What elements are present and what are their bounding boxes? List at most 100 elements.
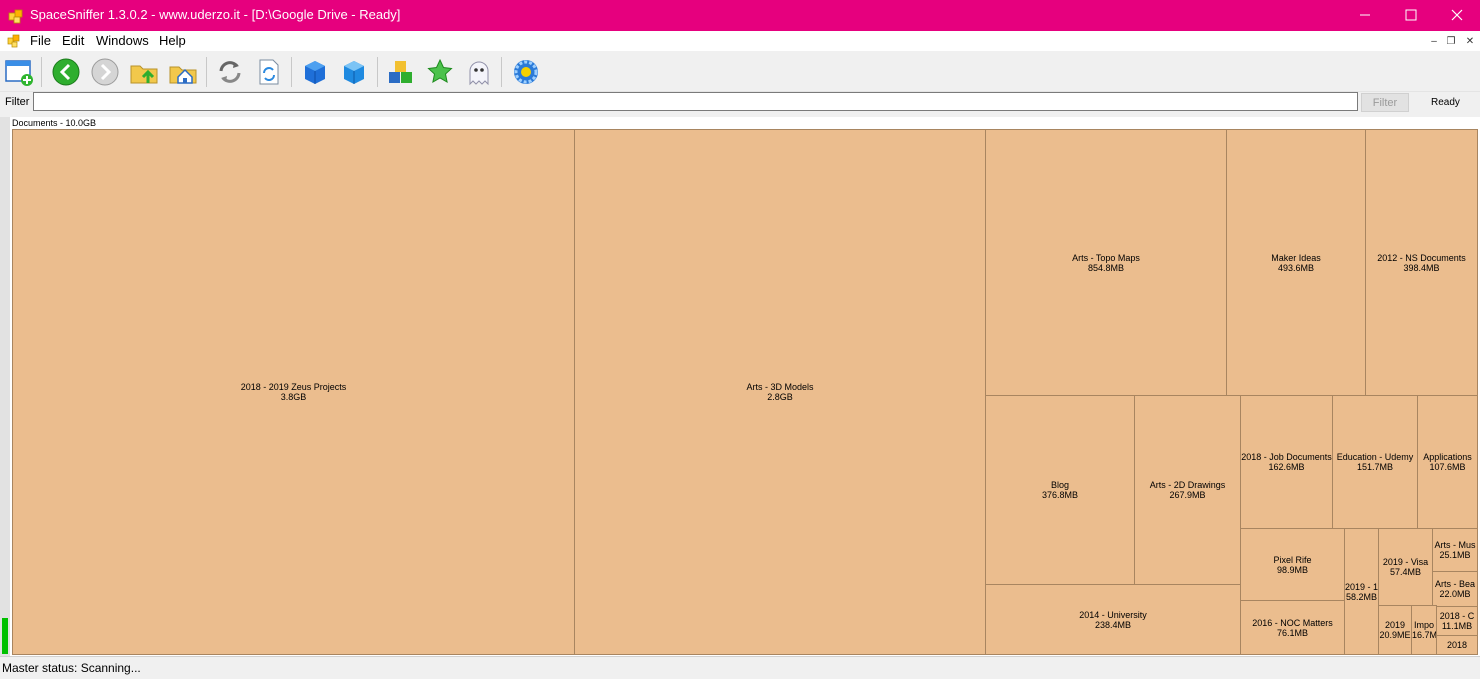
forward-arrow-icon: [91, 58, 119, 86]
parent-folder-button[interactable]: [127, 55, 161, 89]
treemap-tile[interactable]: Arts - Bea 22.0MB: [1432, 571, 1478, 607]
treemap-tile[interactable]: Arts - 3D Models 2.8GB: [574, 129, 986, 655]
maximize-button[interactable]: [1388, 0, 1434, 31]
tile-name: Education - Udemy: [1336, 452, 1414, 462]
ghost-button[interactable]: [462, 55, 496, 89]
star-icon: [427, 58, 453, 83]
tile-size: 376.8MB: [1041, 490, 1079, 500]
window-title: SpaceSniffer 1.3.0.2 - www.uderzo.it - […: [30, 7, 401, 22]
home-button[interactable]: [166, 55, 200, 89]
tile-size: 20.9ME: [1379, 630, 1411, 640]
tile-name: 2018: [1446, 640, 1468, 650]
menu-help[interactable]: Help: [159, 33, 186, 48]
filter-button[interactable]: Filter: [1361, 93, 1409, 112]
tile-size: 98.9MB: [1276, 564, 1309, 575]
menu-edit[interactable]: Edit: [62, 33, 84, 48]
menu-bar: File Edit Windows Help – ❐ ✕: [0, 31, 1480, 51]
close-button[interactable]: [1434, 0, 1480, 31]
parent-folder-icon: [130, 65, 158, 84]
treemap-tile[interactable]: Arts - Topo Maps 854.8MB: [985, 129, 1227, 396]
favorites-button[interactable]: [423, 55, 457, 89]
child-minimize-button[interactable]: –: [1427, 35, 1441, 48]
new-scan-icon: [5, 60, 33, 86]
tile-name: 2014 - University: [1079, 609, 1147, 620]
treemap-tile[interactable]: 2018 - Job Documents 162.6MB: [1240, 395, 1333, 529]
menu-file[interactable]: File: [30, 33, 51, 48]
minimize-button[interactable]: [1342, 0, 1388, 31]
tile-name: Pixel Rife: [1273, 554, 1312, 565]
treemap-tile[interactable]: Arts - Mus 25.1MB: [1432, 528, 1478, 572]
tile-name: Maker Ideas: [1271, 252, 1321, 263]
maximize-icon: [1405, 9, 1417, 21]
tile-name: 2019 - Visa: [1382, 557, 1429, 567]
menu-windows[interactable]: Windows: [96, 33, 149, 48]
zoom-in-button[interactable]: [298, 55, 332, 89]
tile-size: 162.6MB: [1268, 462, 1305, 472]
document-puzzle-icon: [7, 34, 20, 48]
tile-name: 2016 - NOC Matters: [1252, 617, 1333, 628]
treemap-tile[interactable]: Pixel Rife 98.9MB: [1240, 528, 1345, 601]
filter-bar: Filter Filter Ready: [0, 91, 1480, 115]
tile-name: Arts - 2D Drawings: [1149, 480, 1226, 490]
forward-button[interactable]: [88, 55, 122, 89]
settings-button[interactable]: [509, 55, 543, 89]
treemap-tile[interactable]: 2018: [1436, 635, 1478, 655]
treemap-tile[interactable]: Blog 376.8MB: [985, 395, 1135, 585]
tile-size: 107.6MB: [1429, 462, 1466, 472]
zoom-in-cube-icon: [305, 61, 325, 84]
refresh-view-button[interactable]: [252, 55, 286, 89]
treemap-tile[interactable]: 2016 - NOC Matters 76.1MB: [1240, 600, 1345, 655]
treemap-tile[interactable]: 2019 - Visa 57.4MB: [1378, 528, 1433, 606]
treemap-tile[interactable]: Maker Ideas 493.6MB: [1226, 129, 1366, 396]
tile-name: Applications: [1423, 452, 1472, 462]
new-scan-button[interactable]: [2, 55, 36, 89]
tile-size: 493.6MB: [1277, 262, 1315, 273]
treemap-tile[interactable]: 2019 20.9ME: [1378, 605, 1412, 655]
tile-name: Blog: [1050, 480, 1069, 490]
refresh-button[interactable]: [213, 55, 247, 89]
tile-size: 854.8MB: [1087, 262, 1125, 273]
tile-name: Arts - Bea: [1434, 579, 1475, 589]
child-close-button[interactable]: ✕: [1463, 35, 1477, 48]
treemap-tile[interactable]: Education - Udemy 151.7MB: [1332, 395, 1418, 529]
back-button[interactable]: [49, 55, 83, 89]
minimize-icon: [1360, 14, 1370, 16]
child-restore-button[interactable]: ❐: [1444, 35, 1458, 48]
tile-name: Arts - Mus: [1434, 540, 1476, 550]
tile-name: 2019 - 1: [1345, 581, 1379, 592]
treemap-tile[interactable]: Arts - 2D Drawings 267.9MB: [1134, 395, 1241, 585]
zoom-out-button[interactable]: [337, 55, 371, 89]
tile-size: 267.9MB: [1169, 490, 1206, 500]
refresh-icon: [219, 61, 241, 83]
filter-label: Filter: [5, 96, 30, 108]
treemap-tile[interactable]: 2019 - 1 58.2MB: [1344, 528, 1379, 655]
home-folder-icon: [169, 66, 197, 84]
status-bar: Master status: Scanning...: [0, 656, 1480, 679]
tile-size: 76.1MB: [1276, 627, 1309, 638]
tile-size: 58.2MB: [1345, 591, 1378, 602]
tile-size: 151.7MB: [1356, 462, 1394, 472]
close-icon: [1451, 9, 1463, 21]
filter-input[interactable]: [33, 92, 1358, 111]
tile-size: 22.0MB: [1439, 589, 1471, 599]
app-puzzle-icon: [8, 9, 23, 24]
treemap-tile[interactable]: 2012 - NS Documents 398.4MB: [1365, 129, 1478, 396]
treemap-tile[interactable]: 2018 - 2019 Zeus Projects 3.8GB: [12, 129, 575, 655]
treemap-tile[interactable]: Impo 16.7M: [1411, 605, 1437, 655]
treemap-tile[interactable]: Applications 107.6MB: [1417, 395, 1478, 529]
back-arrow-icon: [52, 58, 80, 86]
treemap-tile[interactable]: 2018 - C 11.1MB: [1436, 606, 1478, 636]
tile-name: Arts - 3D Models: [746, 382, 814, 392]
colored-cubes-icon: [389, 61, 412, 83]
tile-name: Impo: [1413, 620, 1434, 630]
toolbar: [0, 51, 1480, 92]
tile-size: 2.8GB: [767, 392, 793, 402]
scan-progress-strip: [0, 117, 10, 656]
file-types-button[interactable]: [384, 55, 418, 89]
master-status-text: Master status: Scanning...: [2, 661, 141, 675]
tile-size: 57.4MB: [1389, 567, 1422, 577]
treemap-tile[interactable]: 2014 - University 238.4MB: [985, 584, 1241, 655]
tile-size: 16.7M: [1412, 630, 1437, 640]
scan-progress-fill: [2, 618, 8, 654]
treemap-root-label: Documents - 10.0GB: [12, 118, 97, 128]
